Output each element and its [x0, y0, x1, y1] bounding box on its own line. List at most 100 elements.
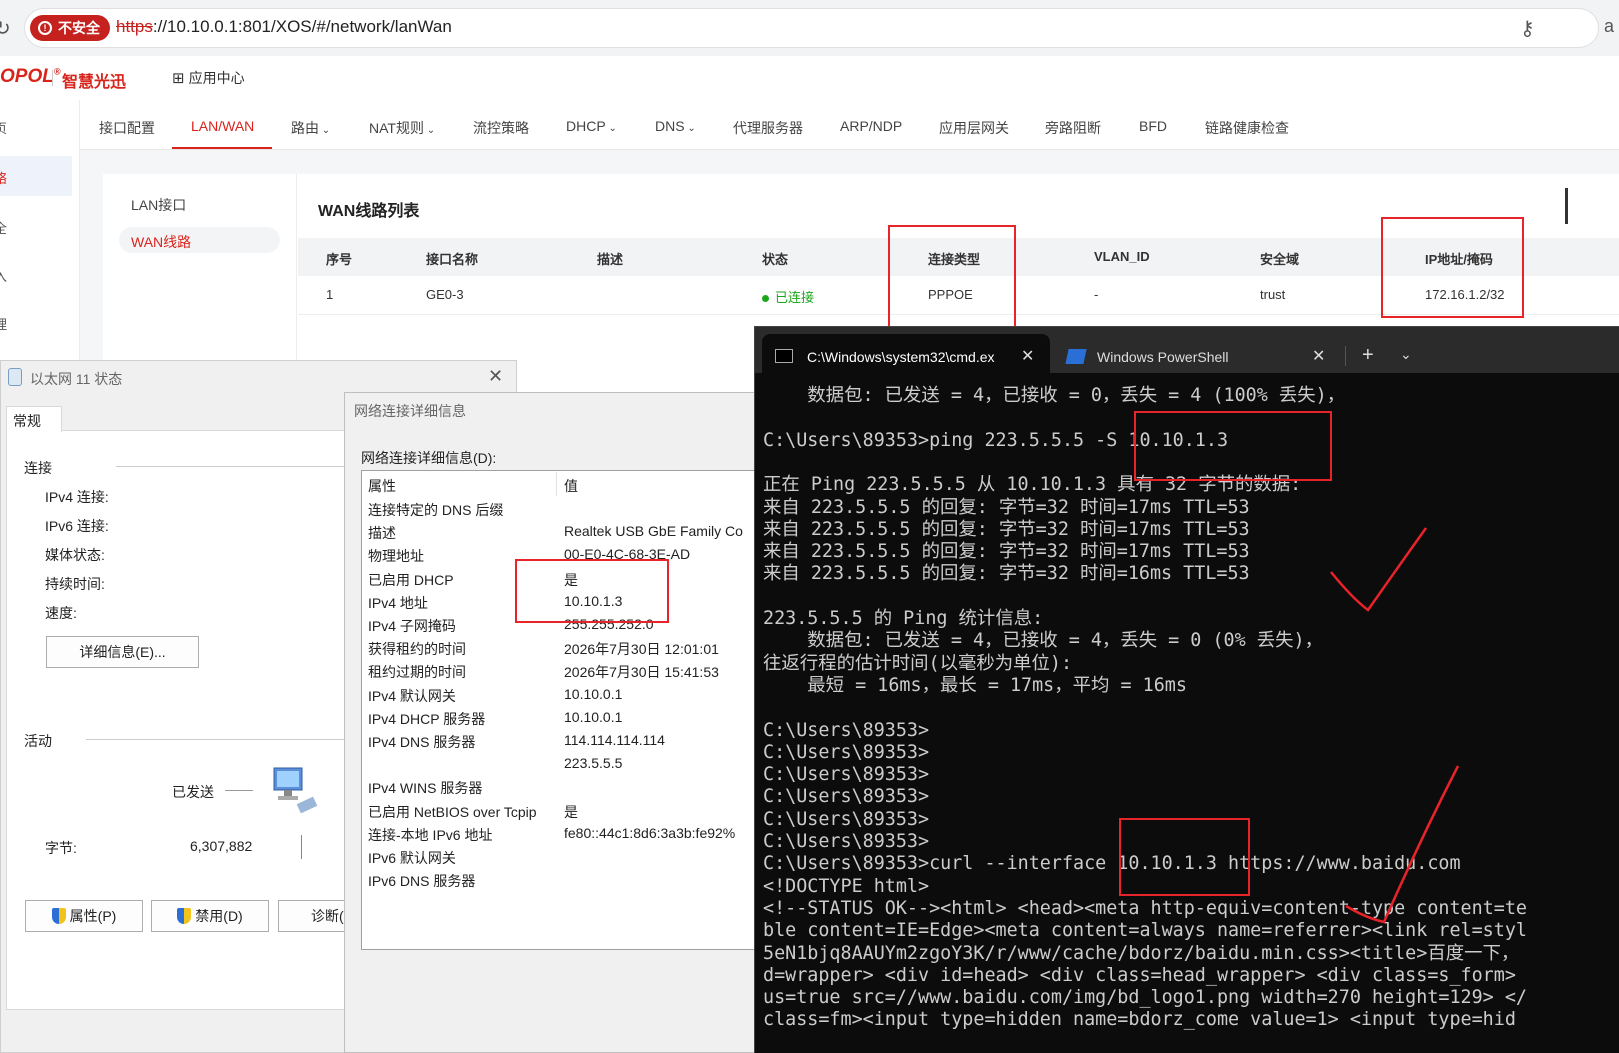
status-dot: [762, 295, 769, 303]
detail-property[interactable]: 连接特定的 DNS 后缀: [368, 500, 503, 520]
not-secure-badge[interactable]: ! 不安全: [30, 15, 110, 41]
group-divider: [86, 739, 346, 740]
subnav-wan-line[interactable]: WAN线路: [131, 232, 191, 252]
uac-shield-icon: [51, 908, 66, 924]
tab-dns[interactable]: DNS ⌄: [655, 118, 696, 134]
detail-value[interactable]: 10.10.0.1: [564, 686, 622, 702]
tab-alg[interactable]: 应用层网关: [939, 118, 1009, 138]
detail-property[interactable]: IPv6 默认网关: [368, 848, 456, 868]
detail-property[interactable]: 连接-本地 IPv6 地址: [368, 825, 492, 845]
url-path: ://10.10.0.1:801/XOS/#/network/lanWan: [152, 17, 452, 36]
diagnose-button[interactable]: 诊断(: [278, 900, 350, 932]
terminal-line: <!DOCTYPE html>: [763, 876, 930, 897]
detail-value[interactable]: Realtek USB GbE Family Co: [564, 523, 743, 539]
tab-powershell[interactable]: Windows PowerShell: [1097, 349, 1229, 365]
group-activity-label: 活动: [24, 733, 52, 749]
detail-value[interactable]: 223.5.5.5: [564, 755, 622, 771]
value-divider: [301, 835, 302, 859]
sidebar-item[interactable]: 页: [0, 118, 7, 137]
tab-lan-wan[interactable]: LAN/WAN: [191, 118, 254, 134]
reload-icon[interactable]: ↻: [0, 16, 11, 41]
sidebar-item-network[interactable]: 络: [0, 168, 7, 187]
detail-property[interactable]: IPv4 DHCP 服务器: [368, 709, 485, 729]
disable-button[interactable]: 禁用(D): [151, 900, 269, 932]
tab-bfd[interactable]: BFD: [1139, 118, 1167, 134]
sidebar-item[interactable]: 全: [0, 218, 7, 237]
detail-property[interactable]: 已启用 NetBIOS over Tcpip: [368, 802, 537, 822]
section-title: WAN线路列表: [318, 203, 420, 220]
close-icon[interactable]: ✕: [1312, 346, 1325, 366]
url-scheme: https: [116, 17, 153, 36]
bytes-label: 字节:: [45, 840, 77, 856]
terminal-line: C:\Users\89353>curl --interface 10.10.1.…: [763, 853, 1461, 874]
tab-separator: [1345, 346, 1346, 366]
new-tab-plus-icon[interactable]: +: [1362, 344, 1374, 367]
detail-value[interactable]: 2026年7月30日 15:41:53: [564, 662, 719, 682]
group-connection-label: 连接: [24, 460, 52, 476]
detail-value[interactable]: fe80::44c1:8d6:3a3b:fe92%: [564, 825, 735, 841]
column-header[interactable]: 状态: [762, 249, 788, 268]
tab-general-label: 常规: [13, 413, 41, 429]
column-header[interactable]: VLAN_ID: [1094, 249, 1150, 264]
annotation-box-curl-interface: [1119, 818, 1250, 896]
terminal-line: C:\Users\89353>: [763, 720, 930, 741]
column-header-value[interactable]: 值: [564, 476, 578, 496]
detail-value[interactable]: 10.10.0.1: [564, 709, 622, 725]
close-icon[interactable]: ✕: [488, 366, 503, 387]
column-header[interactable]: 接口名称: [426, 249, 478, 268]
network-adapter-icon: [8, 368, 22, 386]
profile-text[interactable]: a: [1604, 16, 1614, 37]
terminal-line: C:\Users\89353>: [763, 786, 930, 807]
detail-property[interactable]: 物理地址: [368, 546, 424, 566]
tab-routing[interactable]: 路由 ⌄: [291, 118, 330, 138]
sidebar-item[interactable]: 入: [0, 266, 7, 285]
sidebar-item[interactable]: 理: [0, 314, 7, 333]
action-button-edge[interactable]: [1565, 188, 1568, 224]
detail-value[interactable]: 2026年7月30日 12:01:01: [564, 639, 719, 659]
url-text[interactable]: https://10.10.0.1:801/XOS/#/network/lanW…: [116, 17, 452, 37]
column-header[interactable]: 描述: [597, 249, 623, 268]
tab-bypass-block[interactable]: 旁路阻断: [1045, 118, 1101, 138]
chevron-down-icon: ⌄: [605, 123, 617, 134]
detail-value[interactable]: 是: [564, 802, 578, 822]
column-header[interactable]: 安全域: [1260, 249, 1299, 268]
app-center-link[interactable]: ⊞ 应用中心: [172, 68, 245, 88]
warning-icon: !: [38, 21, 52, 35]
active-tab-indicator: [172, 147, 272, 149]
detail-property[interactable]: IPv4 地址: [368, 593, 428, 613]
detail-property[interactable]: IPv4 子网掩码: [368, 616, 456, 636]
tab-arp-ndp[interactable]: ARP/NDP: [840, 118, 902, 134]
detail-property[interactable]: 描述: [368, 523, 396, 543]
cmd-icon: [775, 349, 793, 363]
tab-link-health[interactable]: 链路健康检查: [1205, 118, 1289, 138]
tab-flow-control[interactable]: 流控策略: [473, 118, 529, 138]
detail-property[interactable]: IPv4 WINS 服务器: [368, 778, 482, 798]
tab-proxy-server[interactable]: 代理服务器: [733, 118, 803, 138]
cell-index: 1: [326, 287, 334, 302]
logo-divider: [52, 70, 53, 86]
properties-button[interactable]: 属性(P): [25, 900, 143, 932]
tab-interface-config[interactable]: 接口配置: [99, 118, 155, 138]
grid-icon: ⊞: [172, 70, 185, 87]
detail-property[interactable]: IPv6 DNS 服务器: [368, 871, 475, 891]
column-header[interactable]: 序号: [326, 249, 352, 268]
details-button[interactable]: 详细信息(E)...: [46, 636, 199, 668]
detail-property[interactable]: 已启用 DHCP: [368, 570, 454, 590]
subnav-lan-interface[interactable]: LAN接口: [131, 195, 186, 215]
detail-property[interactable]: IPv4 默认网关: [368, 686, 456, 706]
column-separator[interactable]: [556, 472, 557, 496]
sidebar-active-item[interactable]: [0, 156, 72, 196]
column-header-property[interactable]: 属性: [368, 476, 396, 496]
key-icon[interactable]: ⚷: [1520, 16, 1535, 41]
terminal-line: class=fm><input type=hidden name=bdorz_c…: [763, 1009, 1516, 1030]
chevron-down-icon[interactable]: ⌄: [1400, 346, 1412, 363]
ipv4-connectivity-label: IPv4 连接:: [45, 489, 109, 505]
detail-property[interactable]: 租约过期的时间: [368, 662, 466, 682]
detail-property[interactable]: IPv4 DNS 服务器: [368, 732, 475, 752]
cell-interface-name: GE0-3: [426, 287, 464, 302]
tab-nat-rules[interactable]: NAT规则 ⌄: [369, 118, 435, 138]
detail-value[interactable]: 114.114.114.114: [564, 732, 665, 748]
detail-property[interactable]: 获得租约的时间: [368, 639, 466, 659]
tab-dhcp[interactable]: DHCP ⌄: [566, 118, 617, 134]
close-icon[interactable]: ✕: [1021, 346, 1034, 366]
